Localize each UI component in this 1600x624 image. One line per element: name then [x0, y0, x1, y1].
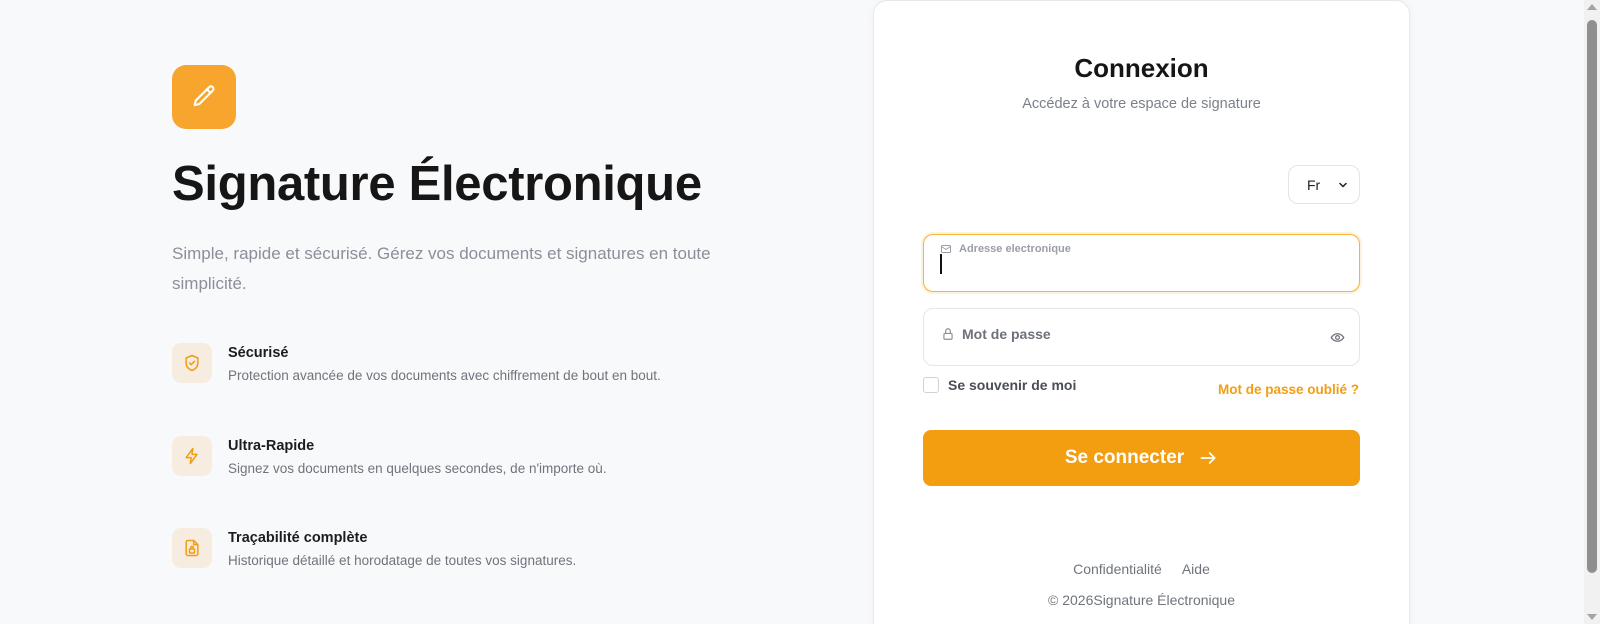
email-field[interactable]: Adresse electronique: [923, 234, 1360, 292]
arrow-right-icon: [1200, 452, 1216, 464]
feature-description: Protection avancée de vos documents avec…: [228, 368, 661, 383]
password-field[interactable]: Mot de passe: [923, 308, 1360, 366]
scroll-up-arrow[interactable]: [1587, 4, 1597, 10]
feature-description: Historique détaillé et horodatage de tou…: [228, 553, 577, 568]
feature-icon-tile: [172, 436, 212, 476]
remember-me[interactable]: Se souvenir de moi: [923, 377, 1076, 393]
footer-links: Confidentialité Aide: [874, 561, 1409, 577]
chevron-down-icon: [1339, 182, 1347, 187]
feature-title: Sécurisé: [228, 345, 289, 361]
copyright: © 2026Signature Électronique: [1048, 592, 1235, 608]
login-subtitle: Accédez à votre espace de signature: [1022, 96, 1261, 112]
hero-subtitle: Simple, rapide et sécurisé. Gérez vos do…: [172, 244, 711, 293]
login-page: Signature Électronique Simple, rapide et…: [0, 0, 1600, 624]
feature-item-fast: Ultra-Rapide Signez vos documents en que…: [172, 436, 732, 496]
language-selected: Fr: [1307, 176, 1321, 193]
privacy-link[interactable]: Confidentialité: [1073, 561, 1162, 577]
remember-me-checkbox[interactable]: [923, 377, 939, 393]
hero-title: Signature Électronique: [172, 157, 702, 211]
feature-title: Ultra-Rapide: [228, 438, 315, 454]
feature-item-secure: Sécurisé Protection avancée de vos docum…: [172, 343, 732, 403]
text-caret: [940, 254, 942, 274]
help-link[interactable]: Aide: [1182, 561, 1210, 577]
feature-icon-tile: [172, 343, 212, 383]
page-scrollbar[interactable]: [1584, 0, 1600, 624]
file-lock-icon: [185, 539, 199, 557]
remember-me-label: Se souvenir de moi: [948, 377, 1077, 393]
app-logo: [172, 65, 236, 129]
password-label: Mot de passe: [962, 326, 1051, 342]
feature-description: Signez vos documents en quelques seconde…: [228, 461, 607, 476]
lock-icon: [943, 328, 953, 340]
feature-item-traceability: Traçabilité complète Historique détaillé…: [172, 528, 732, 588]
scroll-down-arrow[interactable]: [1587, 614, 1597, 620]
toggle-password-visibility[interactable]: [1330, 330, 1345, 350]
shield-check-icon: [185, 354, 199, 372]
lightning-icon: [185, 447, 198, 465]
login-button-label: Se connecter: [1064, 447, 1185, 468]
forgot-password-link[interactable]: Mot de passe oublié ?: [1218, 382, 1359, 397]
feature-icon-tile: [172, 528, 212, 568]
eye-icon: [1330, 333, 1345, 342]
scroll-thumb[interactable]: [1587, 20, 1597, 573]
login-card: Connexion Accédez à votre espace de sign…: [873, 0, 1410, 624]
email-label: Adresse electronique: [959, 243, 1071, 255]
feature-title: Traçabilité complète: [228, 530, 368, 546]
login-button[interactable]: Se connecter: [923, 430, 1360, 486]
login-title: Connexion: [1074, 53, 1209, 83]
language-select[interactable]: Fr: [1288, 165, 1360, 204]
pen-icon: [193, 85, 215, 107]
